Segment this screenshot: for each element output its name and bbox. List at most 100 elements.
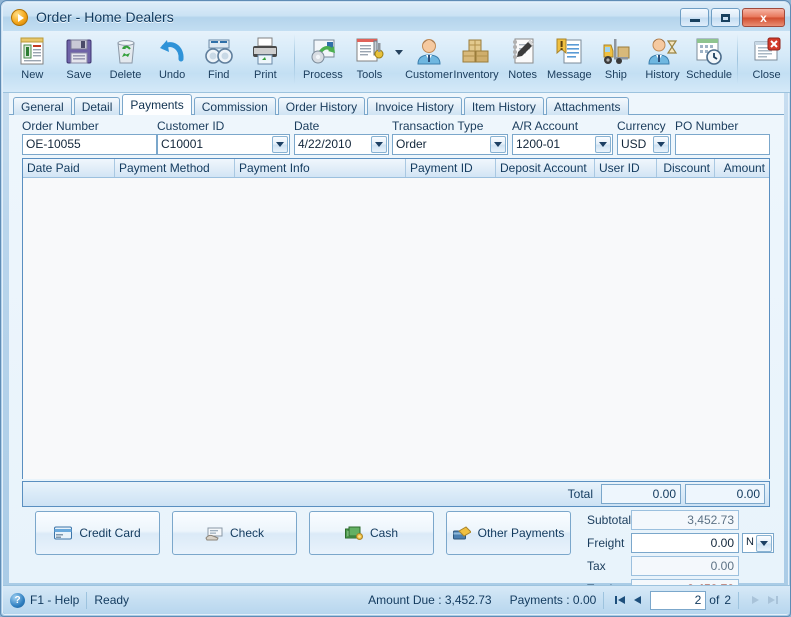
chevron-down-icon[interactable] (490, 136, 506, 153)
date-combo[interactable]: 4/22/2010 (294, 134, 389, 155)
column-header-payment-info[interactable]: Payment Info (235, 159, 406, 177)
toolbar-label: Print (254, 69, 277, 81)
status-separator (86, 591, 88, 609)
status-separator (738, 591, 739, 609)
cash-button[interactable]: Cash (309, 511, 434, 555)
check-button[interactable]: Check (172, 511, 297, 555)
printer-icon (248, 35, 282, 67)
ar-account-label: A/R Account (512, 119, 579, 133)
grid-total-label: Total (567, 487, 593, 501)
toolbar-label: Message (546, 69, 592, 81)
tab-invoice-history[interactable]: Invoice History (367, 97, 462, 115)
chevron-down-icon[interactable] (371, 136, 387, 153)
tools-icon (352, 35, 386, 67)
toolbar-button-process[interactable]: Process (300, 31, 347, 89)
credit-card-button[interactable]: Credit Card (35, 511, 160, 555)
previous-record-icon[interactable] (629, 591, 647, 609)
toolbar-button-schedule[interactable]: Schedule (686, 31, 733, 89)
chevron-down-icon (394, 49, 403, 55)
order-number-input[interactable]: OE-10055 (22, 134, 157, 155)
toolbar-button-customer[interactable]: Customer (405, 31, 453, 89)
tools-dropdown-arrow[interactable] (393, 31, 405, 89)
chevron-down-icon[interactable] (595, 136, 611, 153)
toolbar-button-save[interactable]: Save (56, 31, 103, 89)
toolbar-label: Save (66, 69, 92, 81)
minimize-button[interactable] (680, 8, 709, 27)
calendar-clock-icon (692, 35, 726, 67)
column-header-amount[interactable]: Amount (715, 159, 769, 177)
toolbar-button-print[interactable]: Print (242, 31, 289, 89)
column-header-payment-id[interactable]: Payment ID (406, 159, 496, 177)
tab-attachments[interactable]: Attachments (545, 97, 629, 115)
maximize-button[interactable] (711, 8, 740, 27)
toolbar-label: Schedule (686, 69, 733, 81)
tab-item-history[interactable]: Item History (463, 97, 544, 115)
toolbar-button-tools[interactable]: Tools (346, 31, 393, 89)
toolbar-button-delete[interactable]: Delete (102, 31, 149, 89)
close-button[interactable]: x (742, 8, 785, 27)
column-header-user-id[interactable]: User ID (595, 159, 657, 177)
tab-strip: General Detail Payments Commission Order… (13, 94, 631, 115)
toolbar-separator (293, 34, 295, 84)
toolbar-button-ship[interactable]: Ship (593, 31, 640, 89)
last-record-icon (764, 591, 782, 609)
freight-mode-value: N (746, 536, 754, 548)
current-record-input[interactable]: 2 (650, 590, 707, 610)
toolbar-button-find[interactable]: Find (195, 31, 242, 89)
toolbar-button-undo[interactable]: Undo (149, 31, 196, 89)
chevron-down-icon[interactable] (653, 136, 669, 153)
other-payments-button[interactable]: Other Payments (446, 511, 571, 555)
toolbar-label: Notes (508, 69, 538, 81)
toolbar-button-message[interactable]: Message (546, 31, 593, 89)
currency-combo[interactable]: USD (617, 134, 671, 155)
grid-body[interactable] (23, 178, 769, 479)
payments-grid[interactable]: Date Paid Payment Method Payment Info Pa… (22, 158, 770, 479)
grid-total-row: Total 0.00 0.00 (22, 481, 770, 507)
chevron-down-icon[interactable] (756, 534, 772, 552)
question-mark-icon[interactable]: ? (10, 592, 25, 608)
tab-payments[interactable]: Payments (122, 94, 192, 115)
toolbar-label: Tools (356, 69, 383, 81)
window-title: Order - Home Dealers (36, 9, 174, 25)
tab-general[interactable]: General (13, 97, 72, 115)
freight-mode-combo[interactable]: N (742, 532, 774, 553)
tab-order-history[interactable]: Order History (277, 97, 366, 115)
field-transaction-type: Transaction Type Order (392, 119, 508, 155)
help-label[interactable]: F1 - Help (30, 593, 79, 607)
ar-account-combo[interactable]: 1200-01 (512, 134, 613, 155)
grid-header-row: Date Paid Payment Method Payment Info Pa… (23, 159, 769, 178)
customer-id-combo[interactable]: C10001 (157, 134, 290, 155)
notepad-pen-icon (506, 35, 540, 67)
toolbar-label: Process (302, 69, 343, 81)
subtotal-label: Subtotal (587, 512, 632, 527)
payments-text: Payments : 0.00 (509, 593, 597, 607)
column-header-deposit-account[interactable]: Deposit Account (496, 159, 595, 177)
toolbar-button-close[interactable]: Close (743, 31, 790, 89)
status-bar: ? F1 - Help Ready Amount Due : 3,452.73 … (3, 585, 790, 614)
status-separator (603, 591, 605, 609)
person-hourglass-icon (645, 35, 679, 67)
po-number-input[interactable] (675, 134, 770, 155)
field-order-number: Order Number OE-10055 (22, 119, 157, 155)
column-header-discount[interactable]: Discount (657, 159, 715, 177)
toolbar-button-history[interactable]: History (639, 31, 686, 89)
client-area: General Detail Payments Commission Order… (9, 93, 784, 599)
chevron-down-icon[interactable] (272, 136, 288, 153)
status-state: Ready (94, 593, 130, 607)
column-header-payment-method[interactable]: Payment Method (115, 159, 235, 177)
tab-detail[interactable]: Detail (73, 97, 121, 115)
toolbar-button-notes[interactable]: Notes (499, 31, 546, 89)
transaction-type-combo[interactable]: Order (392, 134, 508, 155)
order-number-label: Order Number (22, 119, 99, 133)
tab-commission[interactable]: Commission (193, 97, 276, 115)
summary-subtotal-row: Subtotal 3,452.73 (587, 509, 739, 530)
freight-value[interactable]: 0.00 (631, 532, 739, 553)
date-label: Date (294, 119, 320, 133)
toolbar-button-inventory[interactable]: Inventory (453, 31, 500, 89)
cash-label: Cash (369, 526, 398, 540)
first-record-icon[interactable] (611, 591, 629, 609)
minimize-icon (689, 18, 700, 22)
column-header-date-paid[interactable]: Date Paid (23, 159, 115, 177)
total-records: 2 (724, 593, 731, 607)
toolbar-button-new[interactable]: New (9, 31, 56, 89)
